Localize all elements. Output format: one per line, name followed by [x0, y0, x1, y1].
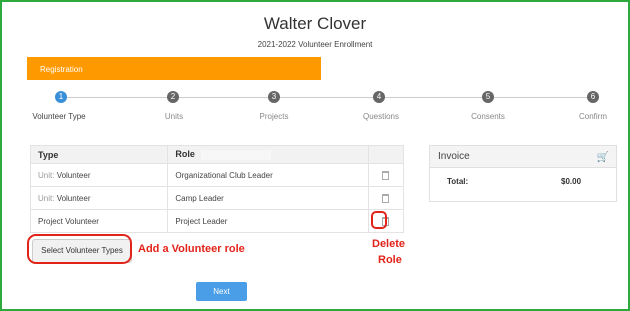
type-value: Volunteer: [56, 193, 91, 203]
table-row: Unit: Volunteer Camp Leader: [29, 186, 405, 210]
step-6[interactable]: 6: [587, 91, 599, 103]
page-title: Walter Clover: [263, 14, 367, 33]
type-value: Project Volunteer: [38, 216, 99, 226]
step-1[interactable]: 1: [55, 91, 67, 103]
step-2[interactable]: 2: [167, 91, 179, 103]
role-cell: Organizational Club Leader: [167, 163, 369, 187]
step-3[interactable]: 3: [268, 91, 280, 103]
type-value: Volunteer: [56, 170, 91, 180]
delete-annotation-line2: Role: [378, 254, 402, 266]
trash-icon[interactable]: [382, 170, 390, 180]
delete-cell: [367, 163, 405, 187]
progress-label: Registration: [40, 65, 83, 74]
role-cell: Project Leader: [167, 209, 369, 233]
step-label-consents: Consents: [471, 112, 505, 121]
page-subtitle: 2021-2022 Volunteer Enrollment: [257, 40, 373, 49]
step-label-projects: Projects: [259, 112, 289, 121]
trash-icon[interactable]: [382, 193, 390, 203]
type-prefix: Unit:: [38, 170, 55, 180]
delete-role-highlight: [371, 211, 387, 229]
invoice-title: Invoice: [438, 151, 470, 162]
type-prefix: Unit:: [38, 193, 55, 203]
column-header-role: Role: [167, 145, 369, 164]
next-button[interactable]: Next: [196, 282, 247, 301]
invoice-total-label: Total:: [447, 177, 469, 186]
stepper-line: [62, 97, 594, 98]
header-filler: [200, 149, 271, 160]
step-4[interactable]: 4: [373, 91, 385, 103]
select-button-highlight: [27, 234, 132, 264]
role-header-label: Role: [175, 149, 195, 160]
delete-annotation-line1: Delete: [372, 238, 406, 250]
step-label-volunteer-type: Volunteer Type: [32, 112, 86, 121]
column-header-type: Type: [29, 145, 169, 164]
type-cell: Unit: Volunteer: [29, 186, 169, 210]
invoice-total-value: $0.00: [561, 177, 582, 186]
step-label-confirm: Confirm: [578, 112, 608, 121]
add-role-annotation: Add a Volunteer role: [138, 243, 245, 255]
type-cell: Unit: Volunteer: [29, 163, 169, 187]
delete-cell: [367, 186, 405, 210]
cart-icon[interactable]: 🛒: [597, 152, 609, 163]
type-cell: Project Volunteer: [29, 209, 169, 233]
volunteer-roles-table: Type Role Unit: Volunteer Organizational…: [29, 145, 405, 233]
invoice-panel: Invoice 🛒 Total: $0.00: [429, 145, 617, 202]
table-row: Project Volunteer Project Leader: [29, 209, 405, 233]
step-label-questions: Questions: [362, 112, 400, 121]
table-row: Unit: Volunteer Organizational Club Lead…: [29, 163, 405, 187]
step-5[interactable]: 5: [482, 91, 494, 103]
column-header-actions: [367, 145, 405, 164]
role-cell: Camp Leader: [167, 186, 369, 210]
invoice-header: Invoice 🛒: [430, 146, 616, 168]
step-label-units: Units: [164, 112, 184, 121]
